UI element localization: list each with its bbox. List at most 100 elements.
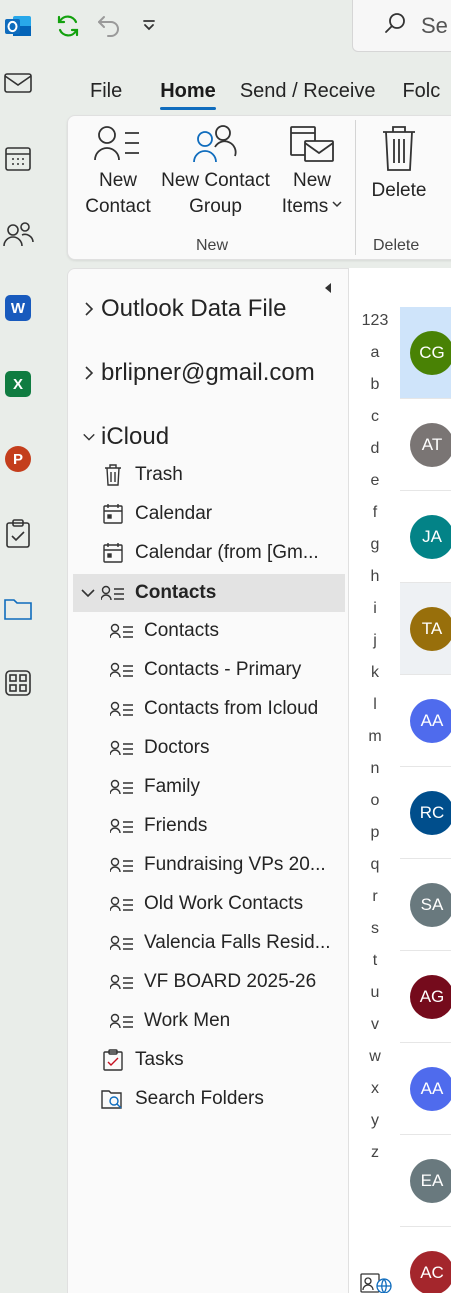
people-icon[interactable] <box>0 214 36 254</box>
calendar-icon[interactable] <box>0 138 36 178</box>
contact-card[interactable]: JA <box>400 491 451 583</box>
contact-card[interactable]: CG <box>400 307 451 399</box>
avatar: AG <box>410 975 451 1019</box>
people-view-icon[interactable] <box>360 1271 392 1293</box>
chevron-right-icon <box>82 301 96 317</box>
contact-list-pane: 123 a b c d e f g h i j k l m n o p q r s t u v w x y z CG AT JA TA AA… <box>349 268 451 1293</box>
alphabet-index-letter[interactable]: w <box>349 1048 401 1066</box>
search-icon <box>383 11 407 41</box>
contact-card[interactable]: EA <box>400 1135 451 1227</box>
alphabet-index-letter[interactable]: d <box>349 440 401 458</box>
alphabet-index-letter[interactable]: m <box>349 728 401 746</box>
alphabet-index-letter[interactable]: c <box>349 408 401 426</box>
alphabet-index-letter[interactable]: v <box>349 1016 401 1034</box>
folder-search-folders[interactable]: Search Folders <box>101 1081 383 1117</box>
customize-toolbar-icon[interactable] <box>133 10 165 42</box>
ribbon-separator <box>355 120 356 255</box>
avatar: TA <box>410 607 451 651</box>
alphabet-index-letter[interactable]: i <box>349 600 401 618</box>
new-contact-group-button[interactable]: New Contact Group <box>158 124 273 220</box>
contact-card-icon <box>94 126 139 161</box>
alphabet-index-letter[interactable]: r <box>349 888 401 906</box>
ribbon-group-delete-label: Delete <box>373 237 420 254</box>
contact-card[interactable]: AA <box>400 1043 451 1135</box>
account-brlipner-gmail[interactable]: brlipner@gmail.com <box>82 353 364 393</box>
alphabet-index-letter[interactable]: a <box>349 344 401 362</box>
alphabet-index-letter[interactable]: l <box>349 696 401 714</box>
alphabet-index-letter[interactable]: f <box>349 504 401 522</box>
app-rail: W X P <box>0 52 36 1293</box>
ribbon-tabs: File Home Send / Receive Folc <box>90 76 440 110</box>
folder-calendar[interactable]: Calendar <box>101 496 383 532</box>
alphabet-index-letter[interactable]: t <box>349 952 401 970</box>
contact-list-icon <box>110 619 134 643</box>
alphabet-index-letter[interactable]: 123 <box>349 312 401 330</box>
contact-list-icon <box>110 658 134 682</box>
folder-contacts-parent[interactable]: Contacts <box>73 574 345 612</box>
alphabet-index-letter[interactable]: b <box>349 376 401 394</box>
alphabet-index-letter[interactable]: e <box>349 472 401 490</box>
mail-icon[interactable] <box>0 63 36 103</box>
word-app-icon[interactable]: W <box>0 288 36 328</box>
chevron-down-icon <box>81 588 95 598</box>
contact-list-icon <box>110 736 134 760</box>
folder-calendar-from-gmail[interactable]: Calendar (from [Gm... <box>101 535 383 571</box>
contact-card[interactable]: AC <box>400 1227 451 1293</box>
alphabet-index-letter[interactable]: x <box>349 1080 401 1098</box>
contact-card[interactable]: RC <box>400 767 451 859</box>
alphabet-index-letter[interactable]: g <box>349 536 401 554</box>
search-box[interactable]: Se <box>352 0 451 52</box>
alphabet-index-letter[interactable]: h <box>349 568 401 586</box>
alphabet-index-letter[interactable]: s <box>349 920 401 938</box>
alphabet-index-letter[interactable]: u <box>349 984 401 1002</box>
excel-app-icon[interactable]: X <box>0 364 36 404</box>
search-text: Se <box>421 12 448 38</box>
powerpoint-app-icon[interactable]: P <box>0 439 36 479</box>
tab-file[interactable]: File <box>90 76 122 110</box>
alphabet-index-letter[interactable]: j <box>349 632 401 650</box>
chevron-down-icon <box>332 194 342 220</box>
tasks-icon[interactable] <box>0 514 36 554</box>
contact-list-icon <box>110 853 134 877</box>
folders-icon[interactable] <box>0 589 36 629</box>
alphabet-index-letter[interactable]: y <box>349 1112 401 1130</box>
contact-card[interactable]: AG <box>400 951 451 1043</box>
alphabet-index-letter[interactable]: q <box>349 856 401 874</box>
avatar: EA <box>410 1159 451 1203</box>
contact-card[interactable]: AT <box>400 399 451 491</box>
account-icloud[interactable]: iCloud <box>82 417 364 457</box>
alphabet-index-letter[interactable]: o <box>349 792 401 810</box>
avatar: AA <box>410 1067 451 1111</box>
folder-pane: Outlook Data File brlipner@gmail.com iCl… <box>67 268 349 1293</box>
contact-list-icon <box>110 1009 134 1033</box>
new-contact-button[interactable]: New Contact <box>78 124 158 220</box>
tab-folder[interactable]: Folc <box>402 76 440 110</box>
tab-send-receive[interactable]: Send / Receive <box>240 76 376 110</box>
folder-tasks[interactable]: Tasks <box>101 1042 383 1078</box>
contact-list-icon <box>110 814 134 838</box>
outlook-logo-icon <box>2 10 34 42</box>
contact-card[interactable]: TA <box>400 583 451 675</box>
tab-home[interactable]: Home <box>160 76 216 110</box>
more-apps-icon[interactable] <box>0 663 36 703</box>
tasks-icon <box>101 1048 125 1072</box>
avatar: SA <box>410 883 451 927</box>
alphabet-index-letter[interactable]: p <box>349 824 401 842</box>
alphabet-index-letter[interactable]: k <box>349 664 401 682</box>
trash-icon <box>101 463 125 487</box>
alphabet-index-letter[interactable]: z <box>349 1144 401 1162</box>
ribbon: New Contact New Contact Group New Items … <box>67 115 451 260</box>
undo-icon[interactable] <box>93 10 125 42</box>
avatar: AA <box>410 699 451 743</box>
contact-card[interactable]: SA <box>400 859 451 951</box>
delete-button[interactable]: Delete <box>364 124 434 204</box>
account-outlook-data-file[interactable]: Outlook Data File <box>82 289 364 329</box>
avatar: AC <box>410 1251 451 1293</box>
folder-trash[interactable]: Trash <box>101 457 383 493</box>
contact-card[interactable]: AA <box>400 675 451 767</box>
sync-icon[interactable] <box>52 10 84 42</box>
trash-icon <box>383 126 415 171</box>
new-items-button[interactable]: New Items <box>273 124 351 220</box>
alphabet-index-letter[interactable]: n <box>349 760 401 778</box>
title-bar: Se <box>0 0 451 52</box>
